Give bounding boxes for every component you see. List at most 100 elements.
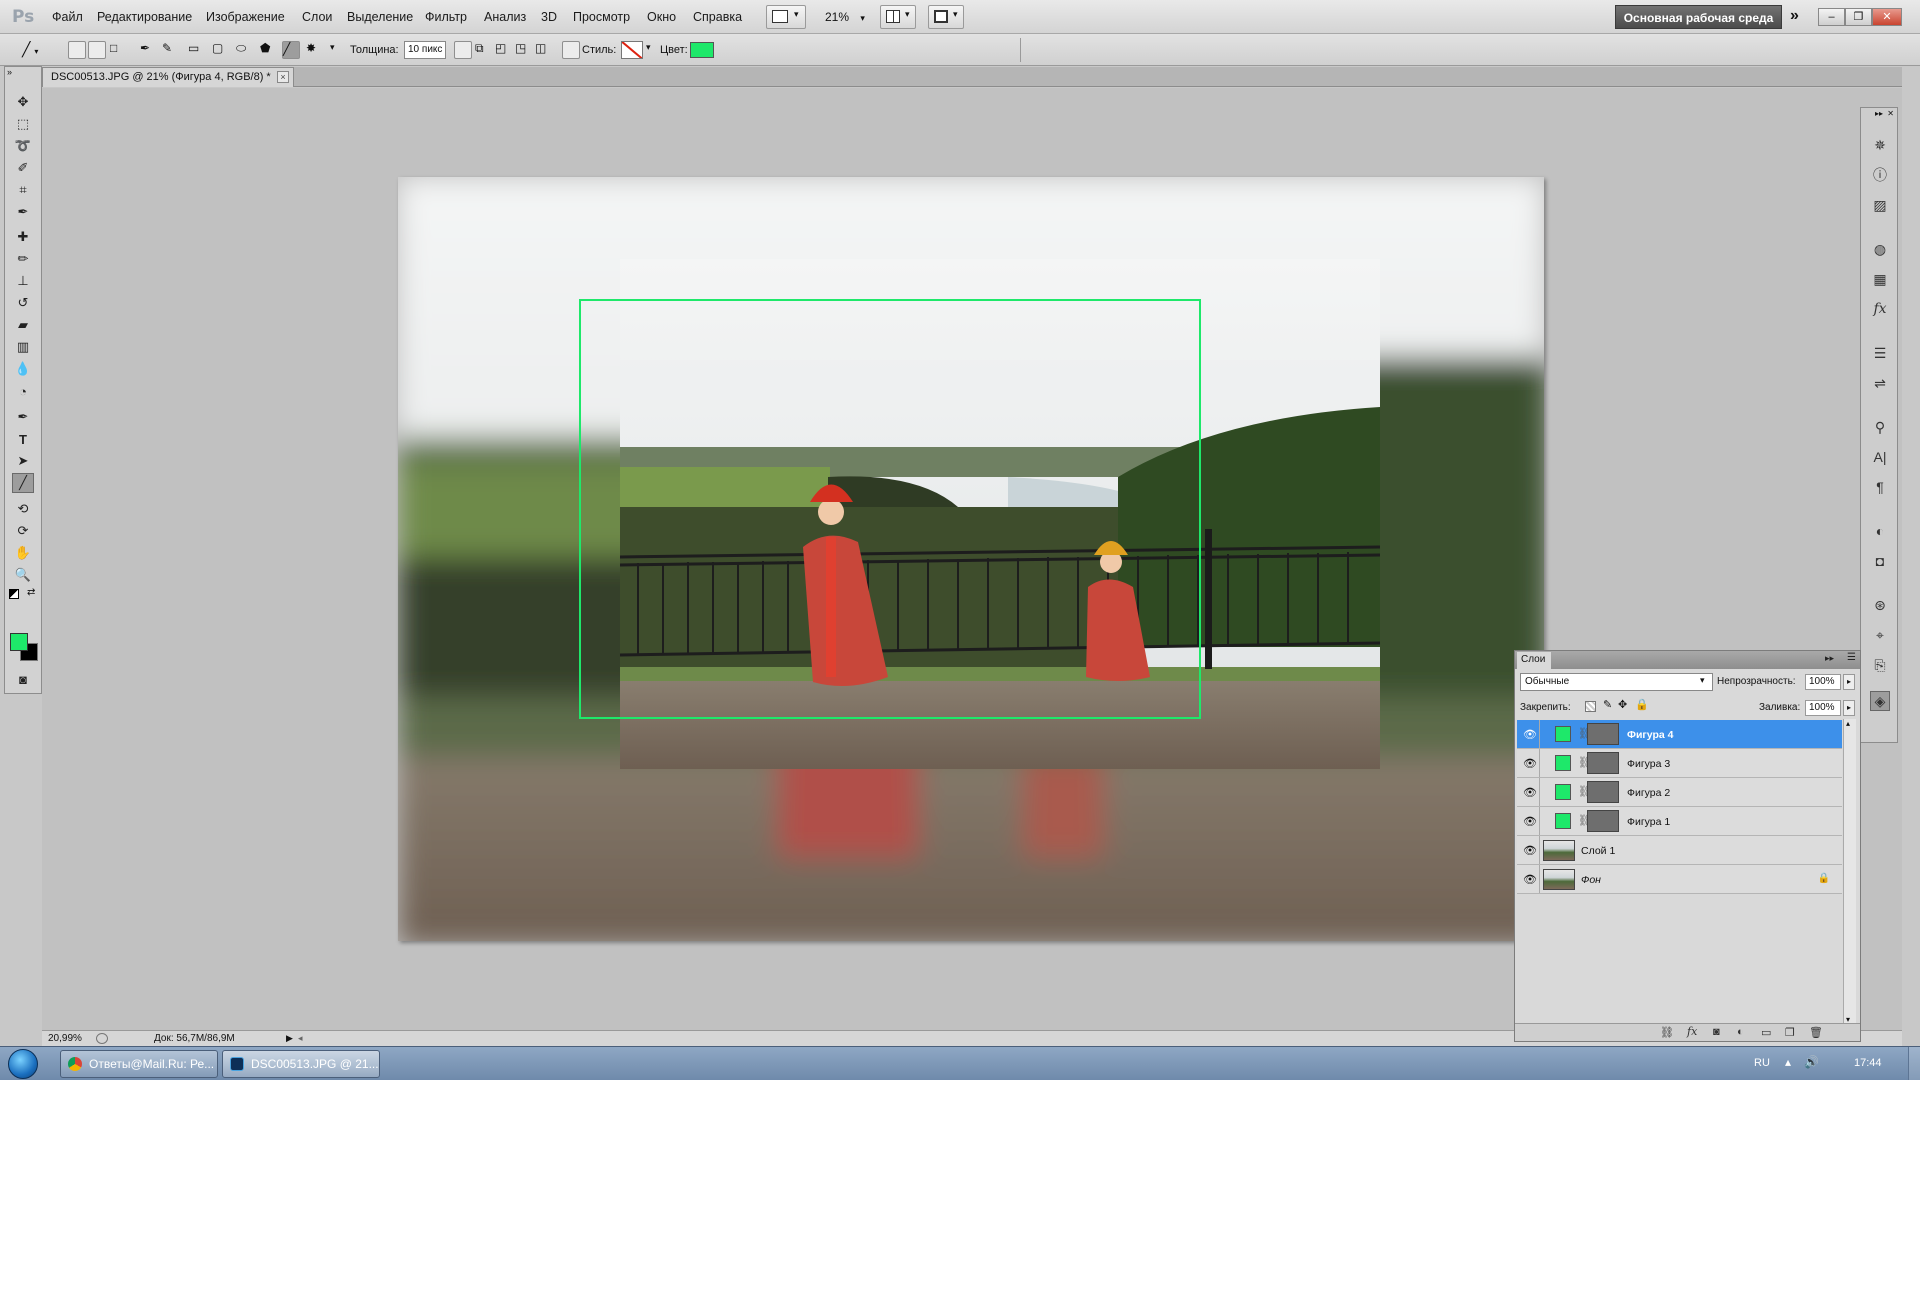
move-icon[interactable]: ✥	[12, 92, 34, 112]
vector-mask-thumb[interactable]	[1587, 810, 1619, 832]
history-brush-icon[interactable]: ↺	[12, 293, 34, 313]
exclude-area-icon[interactable]: ◫	[535, 41, 553, 59]
adjustments-icon[interactable]: ☰	[1870, 343, 1890, 363]
histogram-icon[interactable]: ▨	[1870, 195, 1890, 215]
menu-window[interactable]: Окно	[647, 10, 676, 24]
new-group-icon[interactable]: ▭	[1761, 1026, 1771, 1039]
brush-icon[interactable]: ✏	[12, 249, 34, 269]
foreground-color-swatch[interactable]	[10, 633, 28, 651]
gradient-icon[interactable]: ▥	[12, 337, 34, 357]
panel-menu-icon[interactable]: ☰	[1847, 652, 1856, 663]
line-icon[interactable]: ╱	[282, 41, 300, 59]
3d-rotate-icon[interactable]: ⟲	[12, 499, 34, 519]
default-colors-icon[interactable]	[9, 589, 19, 599]
scroll-left-icon[interactable]: ◂	[298, 1033, 303, 1044]
layer-style-icon[interactable]: fx	[1687, 1025, 1697, 1038]
menu-layers[interactable]: Слои	[302, 10, 332, 24]
lasso-icon[interactable]: ➰	[12, 136, 34, 156]
eyedropper-icon[interactable]: ✒	[12, 202, 34, 222]
clock[interactable]: 17:44	[1854, 1057, 1882, 1069]
language-indicator[interactable]: RU	[1754, 1057, 1770, 1069]
navigator-icon[interactable]: ✵	[1870, 135, 1890, 155]
start-button[interactable]	[8, 1049, 38, 1079]
layers-icon[interactable]: ◈	[1870, 691, 1890, 711]
clone-stamp-icon[interactable]: ⊥	[12, 271, 34, 291]
eye-icon[interactable]: 👁	[1523, 728, 1537, 741]
taskbar-item-photoshop[interactable]: DSC00513.JPG @ 21...	[222, 1050, 380, 1078]
line-tool-preset-icon[interactable]: ╱ ▾	[22, 41, 52, 59]
paths-mode-icon[interactable]	[88, 41, 106, 59]
link-layers-icon[interactable]: ⛓	[1660, 1026, 1674, 1039]
subtract-area-icon[interactable]: ◰	[495, 41, 513, 59]
custom-shape-icon[interactable]: ✸	[306, 41, 324, 59]
lock-position-icon[interactable]: ✥	[1618, 698, 1627, 711]
show-desktop-button[interactable]	[1908, 1047, 1920, 1080]
workspace-switcher[interactable]: Основная рабочая среда	[1615, 5, 1782, 29]
info-icon[interactable]: ⓘ	[1870, 165, 1890, 185]
history-icon[interactable]: ⎘	[1870, 655, 1890, 675]
channels-icon[interactable]: ◘	[1870, 551, 1890, 571]
fill-input[interactable]: 100%	[1805, 700, 1841, 716]
eye-icon[interactable]: 👁	[1523, 757, 1537, 770]
thickness-input[interactable]: 10 пикс	[404, 41, 446, 59]
menu-view[interactable]: Просмотр	[573, 10, 630, 24]
layer-row-figura-1[interactable]: 👁 ⛓ Фигура 1	[1517, 807, 1842, 836]
blend-mode-select[interactable]: Обычные	[1520, 673, 1713, 691]
path-select-icon[interactable]: ➤	[12, 451, 34, 471]
eye-icon[interactable]: 👁	[1523, 873, 1537, 886]
document-tab[interactable]: DSC00513.JPG @ 21% (Фигура 4, RGB/8) * ×	[42, 67, 294, 87]
layer-row-figura-2[interactable]: 👁 ⛓ Фигура 2	[1517, 778, 1842, 807]
minimize-button[interactable]: –	[1818, 8, 1845, 26]
intersect-area-icon[interactable]: ◳	[515, 41, 533, 59]
3d-icon[interactable]: ◐	[1870, 521, 1890, 541]
adjustment-layer-icon[interactable]: ◐	[1737, 1026, 1744, 1038]
status-menu-arrow-icon[interactable]: ▶	[286, 1033, 293, 1044]
menu-filter[interactable]: Фильтр	[425, 10, 467, 24]
fill-slider-arrow-icon[interactable]: ▸	[1843, 700, 1855, 716]
style-picker[interactable]	[621, 41, 643, 59]
volume-icon[interactable]: 🔊	[1804, 1055, 1819, 1069]
status-preview-icon[interactable]	[96, 1033, 108, 1044]
layer-row-sloy-1[interactable]: 👁 Слой 1	[1517, 836, 1842, 865]
shape-color-swatch[interactable]	[690, 42, 714, 58]
menu-image[interactable]: Изображение	[206, 10, 285, 24]
shape-layers-icon[interactable]	[68, 41, 86, 59]
collapse-toolbox-icon[interactable]: »	[7, 67, 12, 77]
new-layer-icon[interactable]: ❐	[1785, 1026, 1795, 1039]
rectangle-icon[interactable]: ▭	[188, 41, 206, 59]
paths-icon[interactable]: ⌖	[1870, 625, 1890, 645]
opacity-slider-arrow-icon[interactable]: ▸	[1843, 674, 1855, 690]
pen-icon[interactable]: ✒	[12, 407, 34, 427]
add-mask-icon[interactable]: ◙	[1713, 1026, 1720, 1038]
swap-colors-icon[interactable]: ⇄	[27, 587, 35, 598]
vector-mask-thumb[interactable]	[1587, 723, 1619, 745]
opacity-input[interactable]: 100%	[1805, 674, 1841, 690]
show-hidden-icons-icon[interactable]: ▴	[1785, 1055, 1791, 1069]
marquee-icon[interactable]: ⬚	[12, 114, 34, 134]
scroll-up-icon[interactable]: ▴	[1846, 719, 1850, 728]
lock-all-icon[interactable]: 🔒	[1635, 698, 1649, 711]
type-icon[interactable]: T	[12, 429, 34, 449]
chevron-down-icon[interactable]: ▾	[646, 42, 651, 53]
line-shape-icon[interactable]: ╱	[12, 473, 34, 493]
dodge-icon[interactable]: ◔	[12, 381, 34, 401]
clone-source-icon[interactable]: ⊛	[1870, 595, 1890, 615]
lock-transparency-icon[interactable]	[1585, 701, 1596, 712]
layer-row-figura-4[interactable]: 👁 ⛓ Фигура 4	[1517, 720, 1842, 749]
more-workspaces-icon[interactable]: »	[1790, 7, 1799, 25]
menu-help[interactable]: Справка	[693, 10, 742, 24]
panel-collapse-icon[interactable]: ▸▸	[1825, 653, 1834, 664]
zoom-level-menu[interactable]: 21% ▾	[825, 10, 865, 24]
layers-scrollbar[interactable]: ▴ ▾	[1843, 719, 1856, 1024]
masks-icon[interactable]: ⇌	[1870, 373, 1890, 393]
vector-mask-thumb[interactable]	[1587, 752, 1619, 774]
layers-tab[interactable]: Слои	[1517, 652, 1551, 669]
layer-row-fon[interactable]: 👁 Фон 🔒	[1517, 865, 1842, 894]
chevron-down-icon[interactable]: ▾	[330, 42, 335, 53]
blur-icon[interactable]: 💧	[12, 359, 34, 379]
vector-mask-thumb[interactable]	[1587, 781, 1619, 803]
arrange-documents-button[interactable]: ▾	[880, 5, 916, 29]
restore-button[interactable]: ❐	[1845, 8, 1872, 26]
dock-close-icon[interactable]: ✕	[1887, 109, 1894, 118]
new-layer-mode-icon[interactable]	[454, 41, 472, 59]
